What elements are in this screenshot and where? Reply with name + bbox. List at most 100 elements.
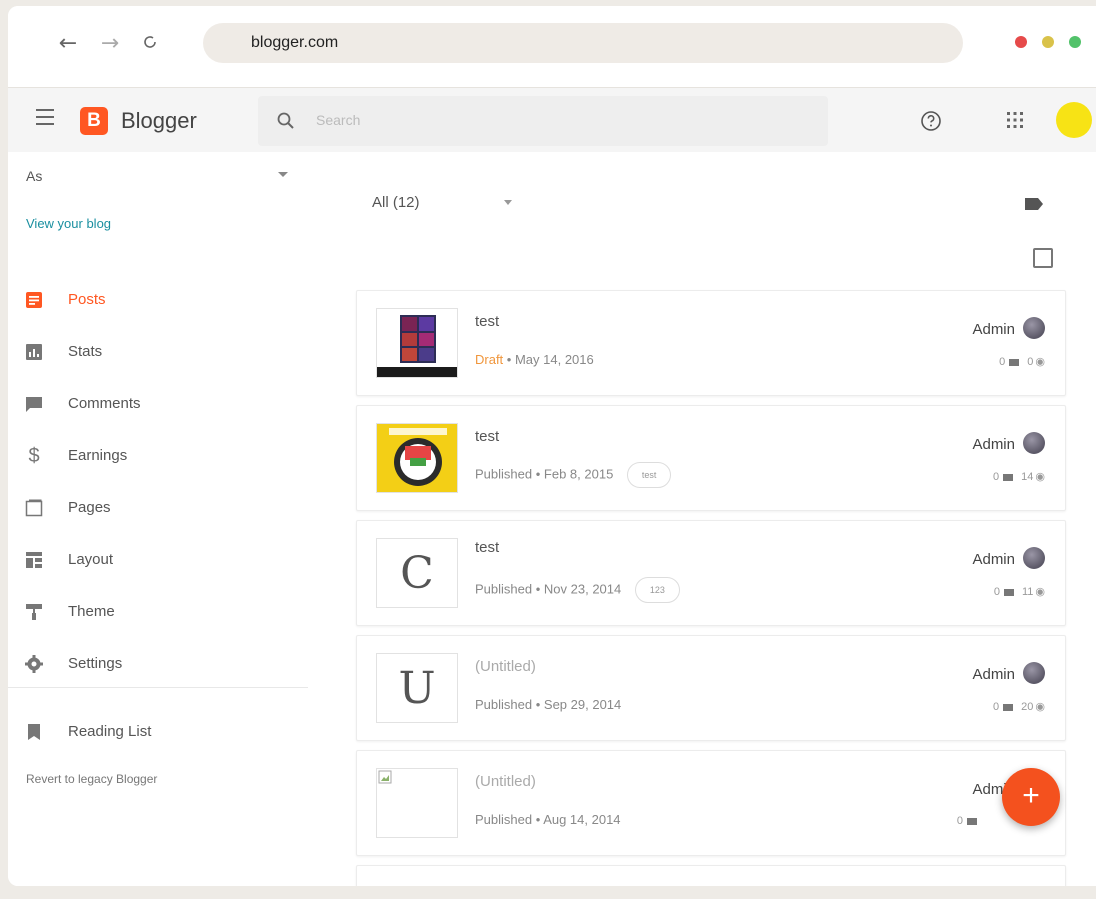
post-thumbnail xyxy=(376,768,458,838)
sidebar-item-label: Theme xyxy=(68,603,115,620)
post-label-chip[interactable]: test xyxy=(626,462,672,488)
post-row[interactable]: C test Published • Nov 23, 2014 123 Admi… xyxy=(356,520,1066,626)
reload-icon[interactable] xyxy=(138,32,162,56)
browser-window: ← → blogger.com B Blogger Search As View… xyxy=(8,6,1096,886)
post-row[interactable]: test Draft • May 14, 2016 Admin 0 0 ◉ xyxy=(356,290,1066,396)
eye-icon: ◉ xyxy=(1035,701,1045,713)
sidebar-item-pages[interactable]: Pages xyxy=(8,488,308,528)
post-thumbnail xyxy=(376,308,458,378)
post-label-chip[interactable]: 123 xyxy=(634,577,680,603)
eye-icon: ◉ xyxy=(1035,586,1045,598)
select-all-checkbox[interactable] xyxy=(1033,248,1053,268)
sidebar-item-settings[interactable]: Settings xyxy=(8,644,308,684)
thumbnail-letter: C xyxy=(400,548,434,599)
view-count: 0 xyxy=(1027,356,1034,368)
post-date: May 14, 2016 xyxy=(514,352,594,367)
menu-icon[interactable] xyxy=(36,109,56,129)
thumbnail-letter: U xyxy=(398,663,436,714)
post-row[interactable] xyxy=(356,865,1066,886)
blogger-logo[interactable]: B xyxy=(80,107,108,135)
app-name[interactable]: Blogger xyxy=(121,108,197,134)
sidebar-item-label: Settings xyxy=(68,655,123,672)
pages-icon xyxy=(25,499,43,517)
maximize-window-dot[interactable] xyxy=(1069,36,1081,48)
sidebar-divider xyxy=(8,687,308,688)
post-status: Published xyxy=(475,466,533,482)
sidebar-item-stats[interactable]: Stats xyxy=(8,332,308,372)
post-author: Admin xyxy=(972,551,1015,568)
comment-count: 0 xyxy=(956,815,963,827)
post-row[interactable]: U (Untitled) Published • Sep 29, 2014 Ad… xyxy=(356,635,1066,741)
post-title[interactable]: test xyxy=(475,539,499,556)
apps-grid-icon[interactable] xyxy=(1006,111,1024,129)
meta-separator: • xyxy=(535,466,544,482)
search-box[interactable]: Search xyxy=(258,96,828,146)
meta-separator: • xyxy=(535,697,544,712)
blog-selector[interactable]: As xyxy=(26,168,42,184)
author-avatar xyxy=(1023,432,1045,454)
account-avatar[interactable] xyxy=(1056,102,1092,138)
view-blog-link[interactable]: View your blog xyxy=(26,216,111,231)
sidebar-item-label: Earnings xyxy=(68,447,128,464)
filter-caret-icon[interactable] xyxy=(504,200,512,205)
post-thumbnail: C xyxy=(376,538,458,608)
post-title[interactable]: test xyxy=(475,313,499,330)
post-title[interactable]: (Untitled) xyxy=(475,773,536,790)
minimize-window-dot[interactable] xyxy=(1042,36,1054,48)
eye-icon: ◉ xyxy=(1035,356,1045,368)
post-stats: 0 14 ◉ xyxy=(993,470,1045,483)
sidebar-item-comments[interactable]: Comments xyxy=(8,384,308,424)
comments-icon xyxy=(26,397,42,412)
help-icon[interactable] xyxy=(920,110,942,132)
post-meta: Draft • May 14, 2016 xyxy=(475,352,594,367)
close-window-dot[interactable] xyxy=(1015,36,1027,48)
post-status: Published xyxy=(475,697,533,712)
forward-arrow-icon[interactable]: → xyxy=(98,32,122,56)
search-input[interactable]: Search xyxy=(316,112,360,128)
comment-icon xyxy=(1003,473,1014,481)
earnings-icon: $ xyxy=(28,445,40,467)
post-date: Nov 23, 2014 xyxy=(543,581,622,597)
view-count: 14 xyxy=(1021,471,1034,483)
meta-separator: • xyxy=(535,581,544,597)
comment-count: 0 xyxy=(999,356,1006,368)
post-filter-dropdown[interactable]: All (12) xyxy=(372,194,420,211)
sidebar-item-label: Stats xyxy=(68,343,103,360)
address-bar[interactable]: blogger.com xyxy=(203,23,963,63)
browser-toolbar: ← → blogger.com xyxy=(8,6,1096,88)
theme-icon xyxy=(26,604,42,620)
url-text: blogger.com xyxy=(251,34,339,51)
post-author: Admin xyxy=(972,436,1015,453)
revert-legacy-link[interactable]: Revert to legacy Blogger xyxy=(26,772,157,786)
blog-selector-caret-icon[interactable] xyxy=(278,172,288,177)
sidebar-item-reading-list[interactable]: Reading List xyxy=(8,712,308,752)
comment-icon xyxy=(1003,703,1014,711)
post-stats: 0 11 ◉ xyxy=(994,585,1045,598)
label-icon[interactable] xyxy=(1025,198,1043,210)
sidebar: As View your blog Posts Stats Comments $ xyxy=(8,152,308,886)
comment-count: 0 xyxy=(993,586,1000,598)
post-meta: Published • Feb 8, 2015 test xyxy=(475,462,672,488)
post-row[interactable]: test Published • Feb 8, 2015 test Admin … xyxy=(356,405,1066,511)
sidebar-item-label: Posts xyxy=(68,291,106,308)
post-meta: Published • Nov 23, 2014 123 xyxy=(475,577,680,603)
view-count: 11 xyxy=(1021,586,1034,598)
post-stats: 0 0 ◉ xyxy=(999,355,1045,368)
sidebar-item-label: Comments xyxy=(68,395,141,412)
post-row[interactable]: (Untitled) Published • Aug 14, 2014 Admi… xyxy=(356,750,1066,856)
sidebar-item-posts[interactable]: Posts xyxy=(8,280,308,320)
post-author: Admin xyxy=(972,666,1015,683)
back-arrow-icon[interactable]: ← xyxy=(56,32,80,56)
post-title[interactable]: (Untitled) xyxy=(475,658,536,675)
sidebar-item-layout[interactable]: Layout xyxy=(8,540,308,580)
sidebar-item-theme[interactable]: Theme xyxy=(8,592,308,632)
post-title[interactable]: test xyxy=(475,428,499,445)
comment-icon xyxy=(1009,358,1020,366)
broken-image-icon xyxy=(378,770,392,784)
sidebar-item-earnings[interactable]: $ Earnings xyxy=(8,436,308,476)
author-avatar xyxy=(1023,317,1045,339)
posts-icon xyxy=(26,292,42,308)
new-post-button[interactable]: + xyxy=(1002,768,1060,826)
post-thumbnail: U xyxy=(376,653,458,723)
post-date: Sep 29, 2014 xyxy=(543,697,622,712)
